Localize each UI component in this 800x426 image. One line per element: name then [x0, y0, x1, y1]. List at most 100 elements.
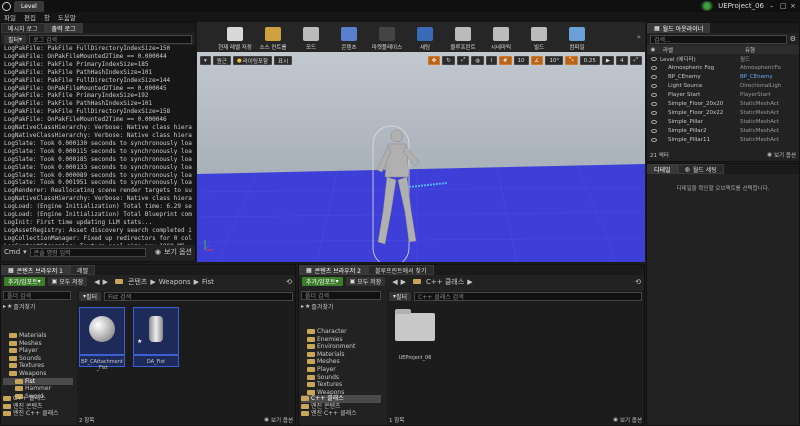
rotate-tool-icon[interactable]: ↻: [442, 56, 455, 65]
outliner-row[interactable]: Atmospheric Fog AtmosphericFo: [647, 63, 799, 72]
cb1-save-all-button[interactable]: ▣ 모두 저장: [47, 277, 88, 286]
folder-tree-item[interactable]: Hammer: [3, 385, 73, 393]
outliner-row[interactable]: Simple_Floor_20x20 StaticMeshAct: [647, 99, 799, 108]
toolbar-compile-button[interactable]: 컴파일: [559, 22, 595, 52]
folder-tree-item[interactable]: Player: [3, 347, 73, 355]
scale-snap-value[interactable]: 0.25: [579, 56, 600, 65]
col-type[interactable]: 유형: [745, 46, 755, 54]
visibility-eye-icon[interactable]: [651, 74, 657, 79]
folder-tree-item[interactable]: Textures: [301, 381, 383, 389]
cb1-back-icon[interactable]: ◀: [94, 278, 99, 286]
viewport-options-button[interactable]: ▾: [200, 56, 211, 65]
tab-details[interactable]: 디테일: [647, 164, 678, 174]
visibility-eye-icon[interactable]: [651, 137, 657, 142]
visibility-eye-icon[interactable]: [651, 110, 657, 115]
grid-snap-icon[interactable]: #: [498, 56, 512, 65]
outliner-row[interactable]: Light Source DirectionalLigh: [647, 81, 799, 90]
cb2-filter-button[interactable]: ▾ 필터: [389, 291, 412, 301]
cb1-path-fist[interactable]: Fist: [202, 278, 214, 286]
folder-tree-item[interactable]: Sounds: [3, 355, 73, 363]
lit-button[interactable]: ● 라이팅포함: [232, 56, 273, 65]
surface-snap-icon[interactable]: ⌇: [486, 56, 497, 65]
folder-tree-item[interactable]: Enemies: [301, 336, 383, 344]
toolbar-settings-button[interactable]: 세팅: [407, 22, 443, 52]
cb2-cpp-classes[interactable]: C++ 클래스: [301, 395, 381, 403]
tab-output-log[interactable]: 출력 로그: [44, 23, 83, 33]
folder-tree-item[interactable]: Textures: [3, 362, 73, 370]
tab-content-browser-1[interactable]: ▦ 콘텐츠 브라우저 1: [1, 265, 70, 275]
visibility-eye-icon[interactable]: [651, 65, 657, 70]
outliner-row[interactable]: Simple_Floor_20x22 StaticMeshAct: [647, 108, 799, 117]
toolbar-blueprint-button[interactable]: 블루프린트: [445, 22, 481, 52]
tab-content-browser-2[interactable]: ▦ 콘텐츠 브라우저 2: [299, 265, 368, 275]
camera-speed-icon[interactable]: ▶: [601, 56, 615, 65]
folder-tree-item[interactable]: Materials: [301, 351, 383, 359]
folder-tree-item[interactable]: Environment: [301, 343, 383, 351]
cb1-forward-icon[interactable]: ▶: [103, 278, 108, 286]
toolbar-modes-button[interactable]: 모드: [293, 22, 329, 52]
cb2-save-all-button[interactable]: ▣ 모두 저장: [345, 277, 386, 286]
visibility-eye-icon[interactable]: [651, 92, 657, 97]
cb1-folder-search[interactable]: 폴더 검색: [3, 291, 71, 300]
translate-tool-icon[interactable]: ✥: [427, 56, 441, 65]
visibility-eye-icon[interactable]: [651, 101, 657, 106]
outliner-settings-icon[interactable]: ⚙: [790, 35, 796, 43]
cb1-path-folder-icon[interactable]: [115, 279, 124, 284]
asset-ueproject-06-folder[interactable]: UEProject_06: [391, 309, 439, 369]
outliner-row[interactable]: BP_CEnemy BP_CEnemy: [647, 72, 799, 81]
outliner-row[interactable]: Player Start PlayerStart: [647, 90, 799, 99]
folder-tree-item[interactable]: Materials: [3, 332, 73, 340]
cb1-path-content[interactable]: 콘텐츠: [128, 277, 147, 287]
tab-message-log[interactable]: 메시지 로그: [1, 23, 45, 33]
folder-tree-item[interactable]: Player: [301, 366, 383, 374]
col-label[interactable]: 라벨: [659, 46, 745, 54]
perspective-button[interactable]: 원근: [212, 56, 231, 65]
tab-world-outliner[interactable]: ▦ 월드 아웃라이너: [647, 23, 711, 33]
folder-tree-item[interactable]: Meshes: [301, 358, 383, 366]
toolbar-source-control-button[interactable]: 소스 컨트롤: [255, 22, 291, 52]
rotation-snap-icon[interactable]: ∠: [530, 56, 544, 65]
cb1-favorites[interactable]: ▸ ★ 즐겨찾기: [3, 302, 73, 311]
cb1-filter-button[interactable]: ▾ 필터: [79, 291, 102, 301]
visibility-eye-icon[interactable]: [651, 56, 657, 61]
log-search-input[interactable]: 로그 검색: [29, 34, 192, 44]
menu-help[interactable]: 도움말: [58, 12, 76, 22]
tab-world-settings[interactable]: ◍ 월드 세팅: [677, 164, 724, 174]
maximize-button[interactable]: □: [780, 2, 790, 10]
toolbar-content-button[interactable]: 콘텐츠: [331, 22, 367, 52]
grid-snap-value[interactable]: 10: [513, 56, 529, 65]
visibility-eye-icon[interactable]: [651, 83, 657, 88]
visibility-eye-icon[interactable]: [651, 119, 657, 124]
cb2-back-icon[interactable]: ◀: [392, 278, 397, 286]
camera-speed-value[interactable]: 4: [616, 56, 628, 65]
outliner-row[interactable]: Simple_Pillar2 StaticMeshAct: [647, 126, 799, 135]
close-button[interactable]: ×: [790, 2, 800, 10]
minimize-button[interactable]: –: [770, 2, 780, 10]
toolbar-save-button[interactable]: 현재 레벨 저장: [217, 22, 253, 52]
outliner-row[interactable]: Simple_Pillar StaticMeshAct: [647, 117, 799, 126]
folder-tree-item[interactable]: Fist: [3, 377, 73, 386]
folder-tree-item[interactable]: Weapons: [3, 370, 73, 378]
menu-window[interactable]: 창: [44, 12, 50, 22]
cb1-add-import-button[interactable]: 추가/임포트 ▾: [4, 277, 45, 286]
asset-da-fist[interactable]: ★ DA_Fist: [133, 307, 179, 367]
scale-tool-icon[interactable]: ⤢: [457, 56, 470, 65]
outliner-row[interactable]: Simple_Pillar11 StaticMeshAct: [647, 135, 799, 144]
cmd-dropdown-icon[interactable]: ▾: [23, 248, 27, 256]
cb1-asset-search[interactable]: Fist 검색: [104, 291, 293, 301]
cb1-view-options[interactable]: 보기 옵션: [271, 416, 293, 424]
cb1-history-icon[interactable]: ⟲: [286, 278, 292, 286]
tab-levels[interactable]: 레벨: [69, 265, 95, 275]
cb2-favorites[interactable]: ▸ ★ 즐겨찾기: [301, 302, 383, 311]
cb1-engine-cpp[interactable]: 엔진 C++ 클래스: [3, 410, 59, 418]
toolbar-build-button[interactable]: 빌드: [521, 22, 557, 52]
cb2-add-import-button[interactable]: 추가/임포트 ▾: [302, 277, 343, 286]
folder-tree-item[interactable]: Sounds: [301, 374, 383, 382]
folder-tree-item[interactable]: Character: [301, 328, 383, 336]
maximize-viewport-icon[interactable]: ⤢: [629, 56, 642, 65]
level-tab[interactable]: Level: [14, 0, 44, 12]
folder-tree-item[interactable]: Meshes: [3, 340, 73, 348]
menu-file[interactable]: 파일: [4, 12, 16, 22]
world-space-icon[interactable]: ◍: [471, 56, 485, 65]
asset-bp-attachment-fist[interactable]: BP_CAttachment_Fist: [79, 307, 125, 371]
